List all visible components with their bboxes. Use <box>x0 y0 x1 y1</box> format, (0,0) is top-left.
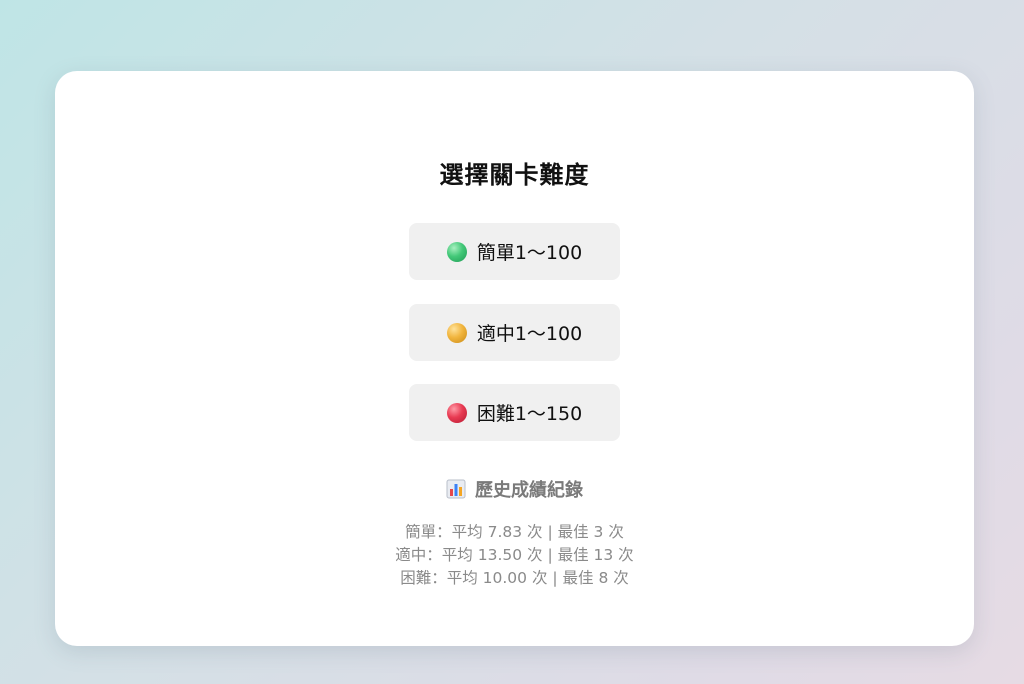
page-title: 選擇關卡難度 <box>439 161 590 189</box>
medium-level-button[interactable]: 適中1～100 <box>409 304 620 361</box>
history-record-hard: 困難：平均 10.00 次 | 最佳 8 次 <box>400 569 629 587</box>
history-record-easy: 簡單：平均 7.83 次 | 最佳 3 次 <box>405 523 624 541</box>
history-records: 簡單：平均 7.83 次 | 最佳 3 次 適中：平均 13.50 次 | 最佳… <box>55 521 974 590</box>
history-heading: 歷史成績紀錄 <box>55 476 974 502</box>
easy-level-button[interactable]: 簡單1～100 <box>409 223 620 280</box>
history-title: 歷史成績紀錄 <box>475 480 583 501</box>
hard-level-button[interactable]: 困難1～150 <box>409 384 620 441</box>
bar-chart-icon <box>446 479 466 499</box>
easy-level-label: 簡單1～100 <box>476 242 583 264</box>
yellow-circle-icon <box>446 322 467 343</box>
difficulty-card: 選擇關卡難度 簡單1～100 適中1～100 困難1～150 歷史成績紀錄 簡單… <box>55 71 974 646</box>
medium-level-label: 適中1～100 <box>476 323 583 345</box>
red-circle-icon <box>446 402 467 423</box>
green-circle-icon <box>446 241 467 262</box>
hard-level-label: 困難1～150 <box>476 403 583 425</box>
history-record-medium: 適中：平均 13.50 次 | 最佳 13 次 <box>395 546 634 564</box>
